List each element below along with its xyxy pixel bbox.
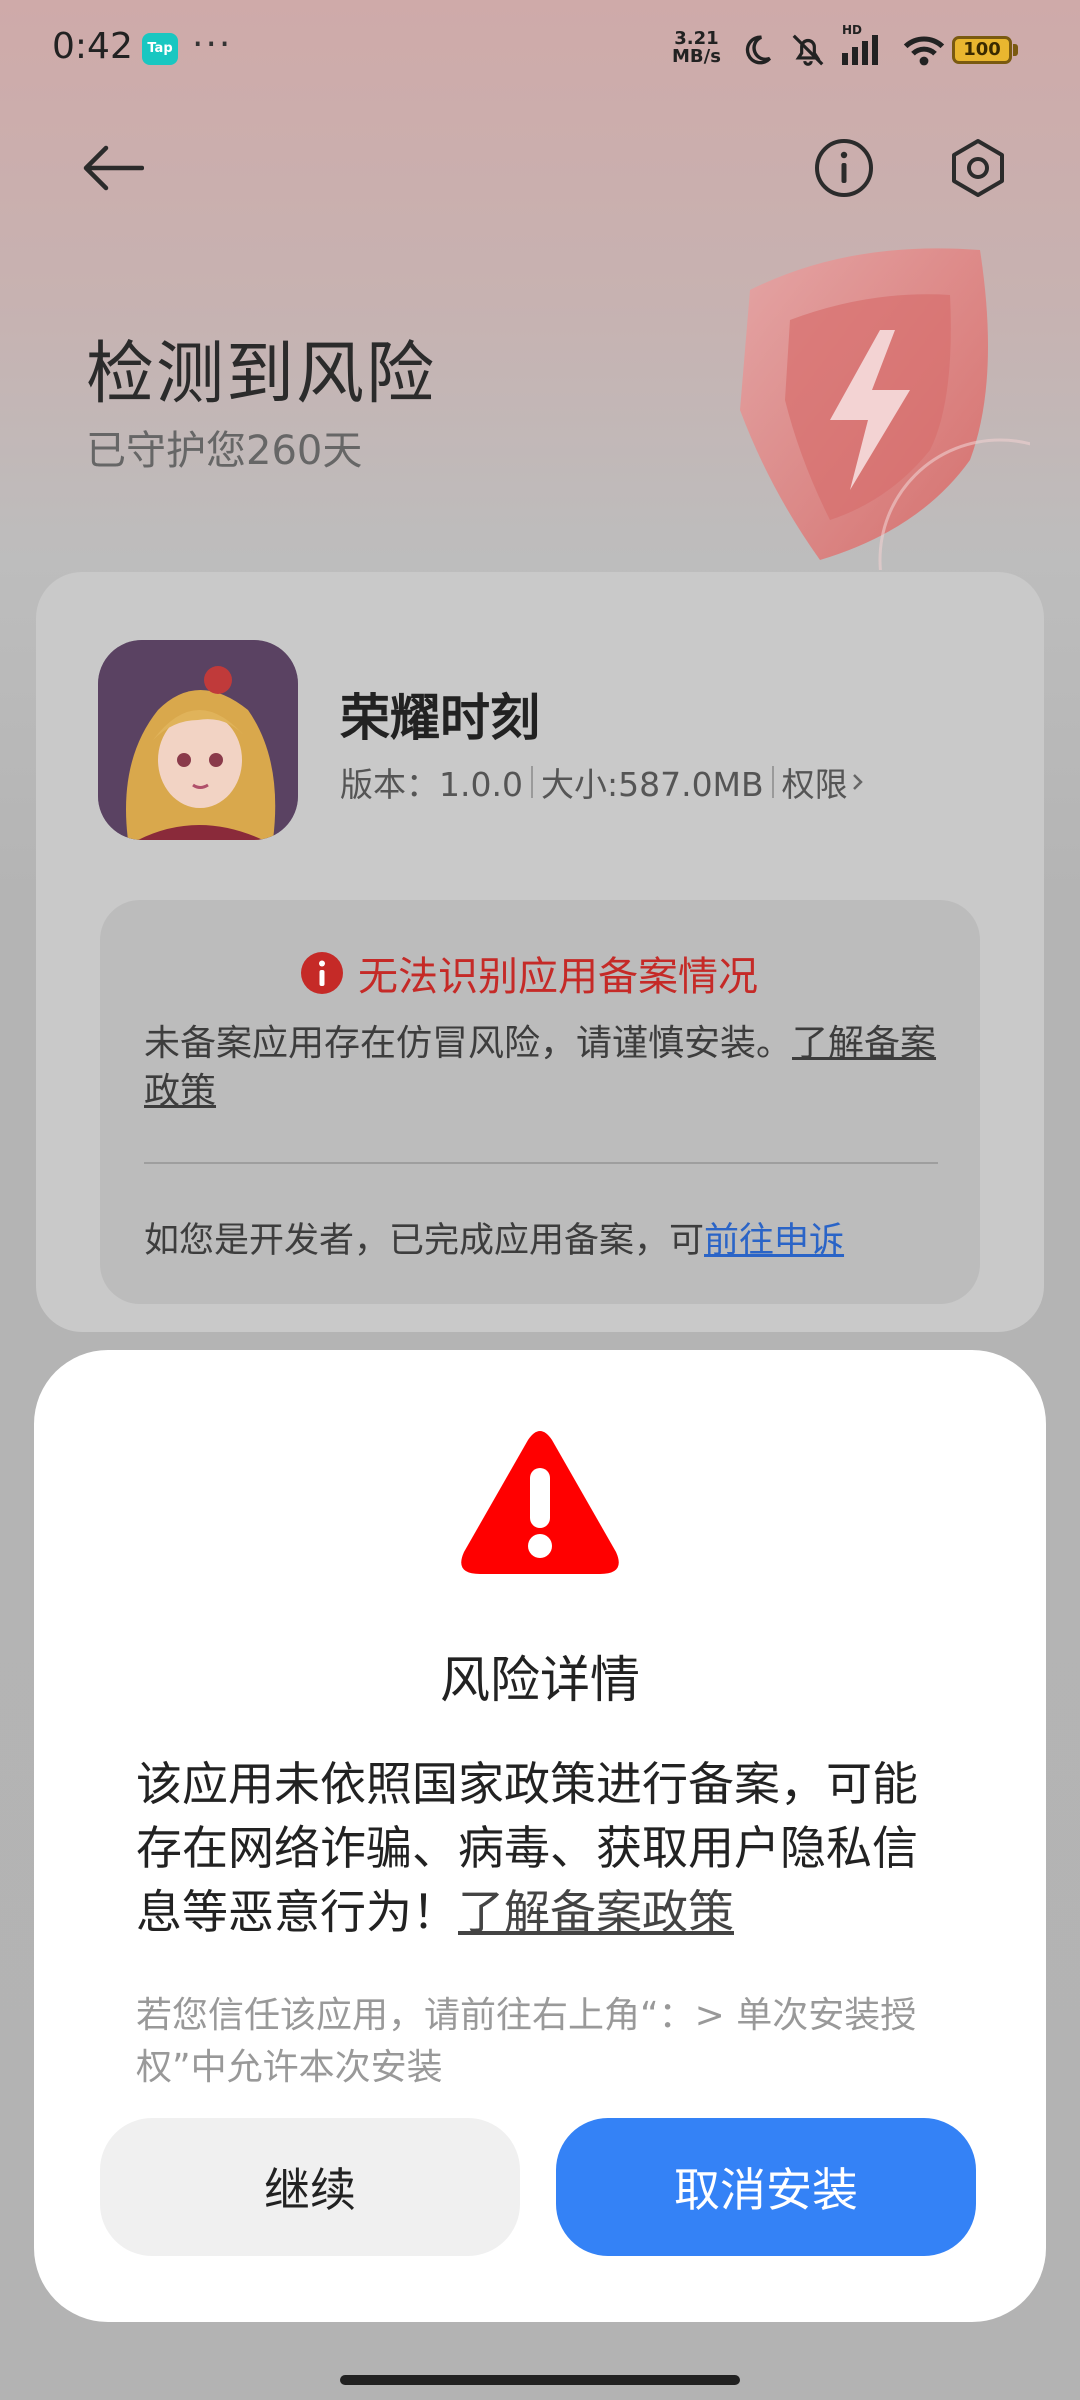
back-arrow-icon xyxy=(83,145,144,191)
meta-divider xyxy=(530,766,533,798)
status-bar: 0:42 Tap ··· 3.21 MB/s HD 100 xyxy=(0,0,1080,100)
hd-label: HD xyxy=(842,23,863,37)
moon-icon xyxy=(745,35,772,65)
developer-appeal: 如您是开发者，已完成应用备案，可前往申诉 xyxy=(144,1212,844,1263)
cancel-install-button[interactable]: 取消安装 xyxy=(556,2118,976,2256)
battery-tip xyxy=(1013,44,1018,56)
warning-triangle-icon xyxy=(461,1431,619,1574)
dialog-body: 该应用未依照国家政策进行备案，可能存在网络诈骗、病毒、获取用户隐私信息等恶意行为… xyxy=(136,1752,936,1944)
notice-body: 未备案应用存在仿冒风险，请谨慎安装。了解备案政策 xyxy=(144,1020,944,1116)
signal-icon: HD xyxy=(842,23,888,69)
tap-app-icon: Tap xyxy=(142,33,178,65)
network-speed-unit: MB/s xyxy=(672,46,721,67)
dialog-policy-link[interactable]: 了解备案政策 xyxy=(458,1885,734,1939)
protection-days: 已守护您260天 xyxy=(86,428,363,474)
dialog-hint: 若您信任该应用，请前往右上角“：> 单次安装授权”中允许本次安装 xyxy=(136,1995,917,2088)
wifi-icon xyxy=(903,36,945,66)
notice-title: 无法识别应用备案情况 xyxy=(300,944,758,1002)
permissions-label: 权限 xyxy=(781,765,848,804)
mute-bell-icon xyxy=(792,34,824,66)
info-icon xyxy=(815,139,873,197)
home-indicator[interactable] xyxy=(340,2375,740,2385)
status-icons: HD xyxy=(740,23,946,72)
page-title: 检测到风险 xyxy=(86,335,437,414)
developer-appeal-text: 如您是开发者，已完成应用备案，可 xyxy=(144,1221,705,1261)
app-version: 版本：1.0.0 xyxy=(340,765,523,804)
settings-button[interactable] xyxy=(938,128,1018,208)
shield-bolt-icon xyxy=(740,248,1030,570)
more-notifications-icon: ··· xyxy=(192,24,233,65)
app-meta: 版本：1.0.0 大小:587.0MB 权限 xyxy=(340,758,868,806)
appeal-link[interactable]: 前往申诉 xyxy=(704,1221,844,1261)
battery-icon: 100 xyxy=(952,36,1012,64)
meta-divider xyxy=(771,766,774,798)
app-name: 荣耀时刻 xyxy=(340,689,540,747)
settings-icon xyxy=(952,139,1004,197)
status-time: 0:42 xyxy=(52,26,133,67)
info-button[interactable] xyxy=(804,128,884,208)
permissions-link[interactable]: 权限 xyxy=(782,758,868,806)
notice-title-text: 无法识别应用备案情况 xyxy=(358,954,758,1000)
network-speed: 3.21 MB/s xyxy=(672,30,721,66)
chevron-right-icon xyxy=(852,774,863,790)
continue-button[interactable]: 继续 xyxy=(100,2118,520,2256)
notice-body-text: 未备案应用存在仿冒风险，请谨慎安装。 xyxy=(144,1023,793,1064)
app-icon xyxy=(98,640,298,840)
dialog-title: 风险详情 xyxy=(440,1651,640,1709)
notice-divider xyxy=(144,1162,938,1164)
app-size: 大小:587.0MB xyxy=(540,765,764,804)
alert-circle-icon xyxy=(301,952,343,994)
back-button[interactable] xyxy=(72,128,152,208)
